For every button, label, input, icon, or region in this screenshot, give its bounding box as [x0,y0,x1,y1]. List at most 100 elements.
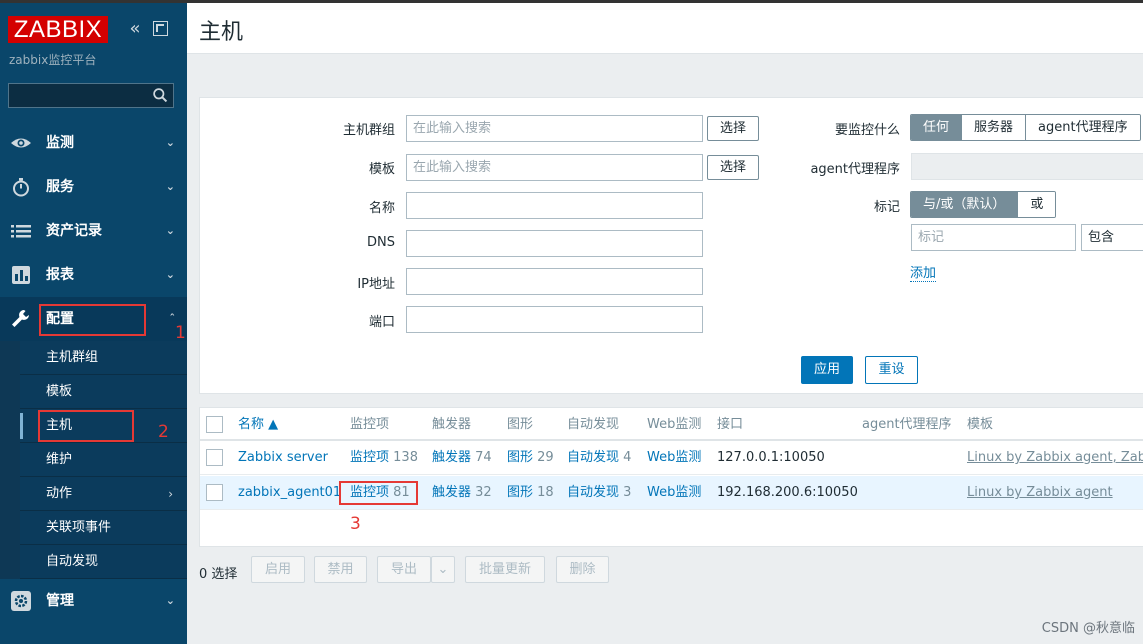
tag-operator-select[interactable]: 包含 [1081,224,1143,251]
menu-label: 服务 [46,179,74,195]
filter-panel: 主机群组 在此输入搜索 选择 模板 在此输入搜索 选择 名称 DNS IP地址 … [199,97,1143,394]
annotation-number-2: 2 [158,422,169,442]
menu-item-administration[interactable]: 管理 ⌄ [0,579,187,623]
annotation-box-configuration [39,304,146,336]
web-link[interactable]: Web监测 [647,441,701,474]
delete-button[interactable]: 删除 [556,556,609,583]
monitored-by-proxy[interactable]: agent代理程序 [1025,115,1140,140]
mass-update-button[interactable]: 批量更新 [465,556,545,583]
export-button[interactable]: 导出 [377,556,431,583]
monitored-by-any[interactable]: 任何 [911,115,962,140]
column-header-interface: 接口 [717,417,744,432]
dns-input[interactable] [406,230,703,257]
monitored-by-server[interactable]: 服务器 [961,115,1026,140]
items-count: 138 [393,450,418,465]
apply-button[interactable]: 应用 [801,356,853,384]
search-icon[interactable] [152,87,169,104]
discovery-link[interactable]: 自动发现 [567,485,619,500]
menu-item-inventory[interactable]: 资产记录 ⌄ [0,209,187,253]
submenu-item-templates[interactable]: 模板 [20,375,187,409]
zabbix-logo[interactable]: ZABBIX [8,16,108,43]
disable-button[interactable]: 禁用 [314,556,367,583]
templates-link[interactable]: Linux by Zabbix agent [967,476,1113,509]
menu-label: 监测 [46,135,74,151]
name-input[interactable] [406,192,703,219]
tags-mode-and-or[interactable]: 与/或（默认） [911,192,1018,217]
top-strip [0,0,1143,3]
main-menu: 监测 ⌄ 服务 ⌄ 资产记录 ⌄ 报表 ⌄ 配置 ˆ 主机群组 模板 主机 维护… [0,121,187,623]
triggers-link[interactable]: 触发器 [432,485,471,500]
triggers-cell: 触发器 32 [432,476,492,509]
discovery-count: 3 [623,485,632,500]
configuration-submenu: 主机群组 模板 主机 维护 动作 › 关联项事件 自动发现 [0,341,187,579]
discovery-link[interactable]: 自动发现 [567,450,619,465]
export-dropdown-button[interactable]: ⌄ [431,556,455,583]
monitored-by-toggle: 任何 服务器 agent代理程序 [910,114,1141,141]
row-checkbox[interactable] [206,449,223,466]
page-title: 主机 [199,20,244,45]
column-header-name[interactable]: 名称 ▲ [238,408,278,441]
menu-item-reports[interactable]: 报表 ⌄ [0,253,187,297]
mass-action-bar: 0 选择 启用 禁用 导出 ⌄ 批量更新 删除 [199,556,1143,586]
tags-label: 标记 [873,200,900,215]
port-input[interactable] [406,306,703,333]
tag-name-input[interactable]: 标记 [911,224,1076,251]
collapse-sidebar-icon[interactable]: « [125,19,145,39]
proxy-label: agent代理程序 [810,162,900,177]
menu-item-monitoring[interactable]: 监测 ⌄ [0,121,187,165]
bar-chart-icon [10,265,32,285]
logo-row: ZABBIX « [8,16,180,46]
submenu-item-event-correlation[interactable]: 关联项事件 [20,511,187,545]
template-input[interactable]: 在此输入搜索 [406,154,703,181]
ip-input[interactable] [406,268,703,295]
column-header-triggers: 触发器 [432,417,472,432]
graphs-link[interactable]: 图形 [507,485,533,500]
select-all-checkbox[interactable] [206,416,223,433]
graphs-count: 18 [537,485,554,500]
host-group-label: 主机群组 [342,123,395,138]
host-name-link[interactable]: zabbix_agent01 [238,476,341,509]
ip-label: IP地址 [357,277,395,292]
gear-icon [10,591,32,611]
add-tag-link[interactable]: 添加 [910,262,937,282]
template-select-button[interactable]: 选择 [707,155,759,180]
annotation-box-items [339,481,418,505]
chevron-down-icon: ⌄ [165,136,175,149]
submenu-item-discovery[interactable]: 自动发现 [20,545,187,579]
chevron-down-icon: ⌄ [165,594,175,607]
annotation-number-1: 1 [175,323,186,343]
host-name-link[interactable]: Zabbix server [238,441,328,474]
annotation-box-hosts [38,410,134,442]
discovery-count: 4 [623,450,632,465]
annotation-number-3: 3 [350,514,361,534]
templates-link[interactable]: Linux by Zabbix agent, Zabbix [967,441,1143,474]
proxy-multiselect[interactable] [911,153,1143,180]
submenu-item-host-groups[interactable]: 主机群组 [20,341,187,375]
graphs-cell: 图形 29 [507,441,554,474]
name-label: 名称 [368,201,395,216]
eye-icon [10,133,32,153]
selected-count: 0 选择 [199,567,238,582]
table-row: Zabbix server 监控项 138 触发器 74 图形 29 自动发现 … [200,441,1143,475]
reset-button[interactable]: 重设 [865,356,918,384]
tags-mode-or[interactable]: 或 [1017,192,1056,217]
sidebar-search-input[interactable] [8,83,174,108]
host-group-select-button[interactable]: 选择 [707,116,759,141]
items-link[interactable]: 监控项 [350,450,389,465]
interface-value: 192.168.200.6:10050 [717,485,858,500]
row-checkbox[interactable] [206,484,223,501]
discovery-cell: 自动发现 4 [567,441,631,474]
graphs-link[interactable]: 图形 [507,450,533,465]
triggers-link[interactable]: 触发器 [432,450,471,465]
host-group-input[interactable]: 在此输入搜索 [406,115,703,142]
submenu-item-actions[interactable]: 动作 › [20,477,187,511]
kiosk-mode-icon[interactable] [153,21,168,36]
graphs-count: 29 [537,450,554,465]
submenu-item-maintenance[interactable]: 维护 [20,443,187,477]
page-header: 主机 [187,3,1143,54]
menu-item-services[interactable]: 服务 ⌄ [0,165,187,209]
column-header-proxy: agent代理程序 [862,417,952,432]
web-link[interactable]: Web监测 [647,476,701,509]
enable-button[interactable]: 启用 [251,556,305,583]
port-label: 端口 [368,315,395,330]
